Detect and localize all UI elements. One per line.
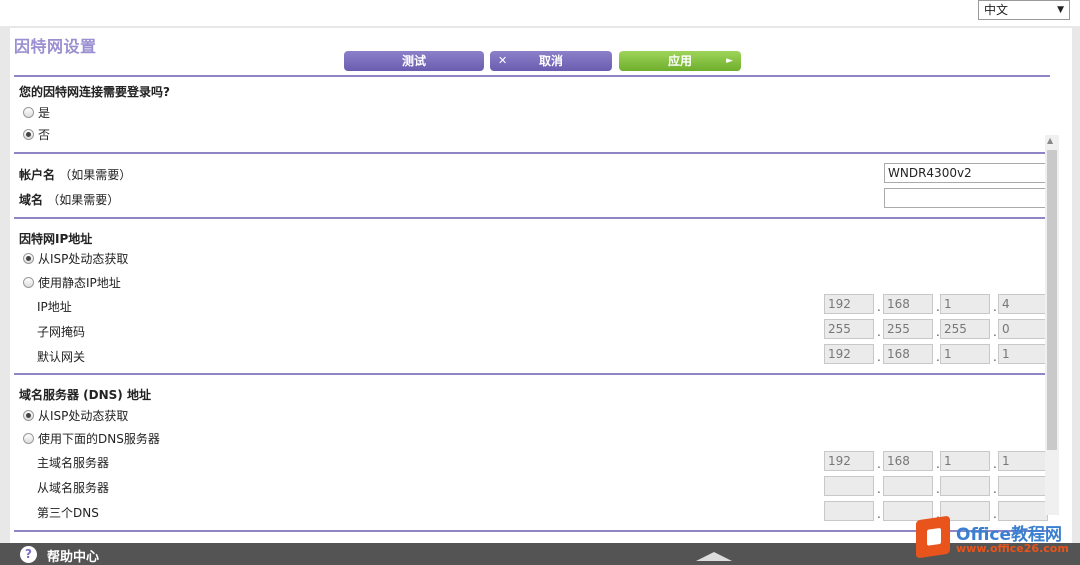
secondary-dns-label: 从域名服务器 xyxy=(37,481,110,495)
octet-separator: . xyxy=(877,325,881,339)
gateway-octet-4[interactable]: 1 xyxy=(998,344,1048,364)
gateway-octet-2[interactable]: 168 xyxy=(883,344,933,364)
subnet-mask-octet-3[interactable]: 255 xyxy=(940,319,990,339)
octet-separator: . xyxy=(993,482,997,496)
secondary-dns-octet-1[interactable] xyxy=(824,476,874,496)
divider xyxy=(14,152,1050,154)
login-option-yes-label: 是 xyxy=(38,105,51,120)
radio-yes[interactable] xyxy=(23,106,34,118)
language-select[interactable]: 中文 ▼ xyxy=(978,0,1070,20)
divider xyxy=(14,75,1050,77)
ip-address-octet-4[interactable]: 4 xyxy=(998,294,1048,314)
divider xyxy=(14,373,1050,375)
office-logo-icon xyxy=(916,515,950,559)
dns-option-dynamic-label: 从ISP处动态获取 xyxy=(38,408,129,423)
test-button[interactable]: 测试 xyxy=(344,51,484,71)
domain-input[interactable] xyxy=(884,188,1050,208)
cancel-button-label: 取消 xyxy=(538,54,563,68)
login-option-no[interactable]: 否 xyxy=(23,126,50,142)
scroll-up-icon[interactable]: ▲ xyxy=(1047,136,1053,145)
page-title: 因特网设置 xyxy=(14,37,97,56)
arrow-right-icon: ► xyxy=(726,56,733,66)
test-button-label: 测试 xyxy=(401,54,426,68)
close-icon: ✕ xyxy=(498,54,508,67)
radio-ip-dynamic[interactable] xyxy=(23,252,34,264)
cancel-button[interactable]: ✕ 取消 xyxy=(490,51,612,71)
secondary-dns-octet-4[interactable] xyxy=(998,476,1048,496)
primary-dns-octet-1[interactable]: 192 xyxy=(824,451,874,471)
ip-option-dynamic[interactable]: 从ISP处动态获取 xyxy=(23,250,128,266)
question-icon[interactable]: ? xyxy=(20,546,37,563)
third-dns-label: 第三个DNS xyxy=(37,506,99,520)
username-label: 帐户名 （如果需要） xyxy=(19,166,131,183)
octet-separator: . xyxy=(877,507,881,521)
caret-down-icon: ▼ xyxy=(1057,5,1064,15)
octet-separator: . xyxy=(993,457,997,471)
octet-separator: . xyxy=(877,457,881,471)
ip-option-dynamic-label: 从ISP处动态获取 xyxy=(38,251,129,266)
secondary-dns-octet-2[interactable] xyxy=(883,476,933,496)
ip-address-octet-1[interactable]: 192 xyxy=(824,294,874,314)
username-input-value: WNDR4300v2 xyxy=(888,166,972,180)
octet-separator: . xyxy=(877,482,881,496)
dns-option-manual[interactable]: 使用下面的DNS服务器 xyxy=(23,430,160,446)
ip-section-title: 因特网IP地址 xyxy=(19,232,93,246)
domain-hint: （如果需要） xyxy=(47,193,120,207)
scrollbar-thumb[interactable] xyxy=(1047,150,1057,450)
domain-label: 域名 （如果需要） xyxy=(19,191,119,208)
subnet-mask-octet-2[interactable]: 255 xyxy=(883,319,933,339)
ip-address-octet-2[interactable]: 168 xyxy=(883,294,933,314)
watermark: Office教程网 www.office26.com xyxy=(912,515,1072,562)
radio-dns-dynamic[interactable] xyxy=(23,409,34,421)
radio-no[interactable] xyxy=(23,128,34,140)
octet-separator: . xyxy=(877,300,881,314)
octet-separator: . xyxy=(993,300,997,314)
apply-button-label: 应用 xyxy=(667,54,692,68)
dns-option-manual-label: 使用下面的DNS服务器 xyxy=(38,431,160,446)
apply-button[interactable]: 应用 ► xyxy=(619,51,741,71)
primary-dns-label: 主域名服务器 xyxy=(37,456,110,470)
default-gateway-label: 默认网关 xyxy=(37,350,86,364)
login-question: 您的因特网连接需要登录吗? xyxy=(19,85,170,99)
gateway-octet-3[interactable]: 1 xyxy=(940,344,990,364)
language-select-value: 中文 xyxy=(984,3,1009,17)
ip-address-octet-3[interactable]: 1 xyxy=(940,294,990,314)
divider xyxy=(14,530,1050,532)
top-bar: 中文 ▼ xyxy=(0,0,1080,26)
dns-option-dynamic[interactable]: 从ISP处动态获取 xyxy=(23,407,128,423)
help-center-label[interactable]: 帮助中心 xyxy=(47,546,99,565)
domain-label-text: 域名 xyxy=(19,193,44,207)
primary-dns-octet-3[interactable]: 1 xyxy=(940,451,990,471)
secondary-dns-octet-3[interactable] xyxy=(940,476,990,496)
divider xyxy=(14,217,1050,219)
radio-ip-static[interactable] xyxy=(23,276,34,288)
login-option-yes[interactable]: 是 xyxy=(23,104,50,120)
ip-address-label: IP地址 xyxy=(37,300,72,314)
ip-option-static[interactable]: 使用静态IP地址 xyxy=(23,274,121,290)
dns-section-title: 域名服务器 (DNS) 地址 xyxy=(19,388,151,402)
username-hint: （如果需要） xyxy=(59,168,132,182)
primary-dns-octet-4[interactable]: 1 xyxy=(998,451,1048,471)
expand-up-icon[interactable] xyxy=(696,552,732,561)
subnet-mask-octet-1[interactable]: 255 xyxy=(824,319,874,339)
username-label-text: 帐户名 xyxy=(19,168,56,182)
subnet-mask-octet-4[interactable]: 0 xyxy=(998,319,1048,339)
watermark-url: www.office26.com xyxy=(956,542,1069,555)
octet-separator: . xyxy=(993,350,997,364)
ip-option-static-label: 使用静态IP地址 xyxy=(38,275,121,290)
octet-separator: . xyxy=(877,350,881,364)
login-option-no-label: 否 xyxy=(38,127,51,142)
third-dns-octet-1[interactable] xyxy=(824,501,874,521)
radio-dns-manual[interactable] xyxy=(23,432,34,444)
subnet-mask-label: 子网掩码 xyxy=(37,325,86,339)
settings-panel: 因特网设置 测试 ✕ 取消 应用 ► 您的因特网连接需要登录吗? 是 否 帐户名… xyxy=(10,28,1072,565)
gateway-octet-1[interactable]: 192 xyxy=(824,344,874,364)
username-input[interactable]: WNDR4300v2 xyxy=(884,163,1050,183)
primary-dns-octet-2[interactable]: 168 xyxy=(883,451,933,471)
octet-separator: . xyxy=(993,325,997,339)
